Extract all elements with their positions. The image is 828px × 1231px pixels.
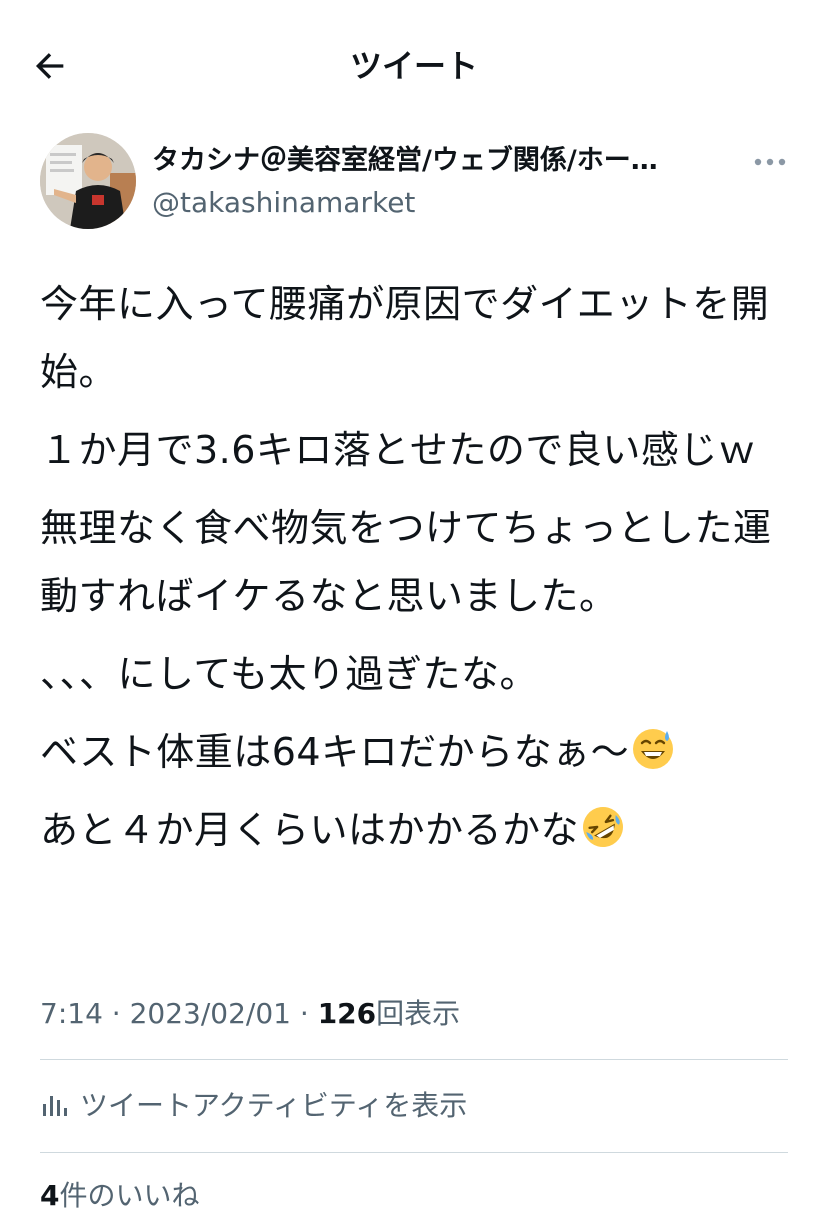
page-title: ツイート [349, 47, 478, 85]
tweet-author: タカシナ＠美容室経営/ウェブ関係/ホー… @takashinamarket [40, 133, 790, 233]
divider [40, 1152, 788, 1153]
tweet-time: 7:14 [40, 997, 103, 1030]
rolling-on-floor-laughing-icon [583, 807, 624, 847]
tweet-paragraph: 今年に入って腰痛が原因でダイエットを開始。 [40, 282, 770, 394]
more-options-button[interactable] [750, 147, 790, 177]
meta-separator: · [102, 997, 130, 1030]
tweet-paragraph: １か月で3.6キロ落とせたので良い感じｗ [40, 428, 757, 472]
tweet-text: 今年に入って腰痛が原因でダイエットを開始。 １か月で3.6キロ落とせたので良い感… [40, 270, 790, 874]
user-handle[interactable]: @takashinamarket [152, 183, 415, 223]
tweet-paragraph: ベスト体重は64キロだからなぁ〜 [40, 718, 790, 786]
top-bar: ツイート [0, 0, 828, 130]
tweet-activity-link[interactable]: ツイートアクティビティを表示 [40, 1080, 467, 1128]
meta-separator: · [290, 997, 318, 1030]
tweet-paragraph-text: あと４か月くらいはかかるかな [40, 808, 580, 852]
likes-label: 件のいいね [59, 1179, 200, 1212]
bar-chart-icon [40, 1090, 68, 1118]
avatar[interactable] [40, 133, 136, 229]
tweet-paragraph: 、、、にしても太り過ぎたな。 [40, 652, 538, 696]
display-name[interactable]: タカシナ＠美容室経営/ウェブ関係/ホー… [152, 141, 742, 181]
ellipsis-icon [754, 158, 786, 166]
divider [40, 1059, 788, 1060]
tweet-paragraph: 無理なく食べ物気をつけてちょっとした運動すればイケるなと思いました。 [40, 506, 772, 618]
grinning-face-with-sweat-icon [633, 729, 674, 769]
views-label: 回表示 [376, 997, 461, 1030]
tweet-meta: 7:14 · 2023/02/01 · 126回表示 [40, 990, 460, 1038]
views-count: 126 [317, 997, 377, 1030]
likes-count: 4 [40, 1179, 60, 1212]
likes-count-link[interactable]: 4件のいいね [40, 1172, 200, 1220]
tweet-paragraph: あと４か月くらいはかかるかな [40, 796, 790, 864]
avatar-photo [40, 133, 136, 229]
tweet-paragraph-text: ベスト体重は64キロだからなぁ〜 [40, 730, 630, 774]
tweet-date: 2023/02/01 [129, 997, 291, 1030]
tweet-activity-label: ツイートアクティビティを表示 [80, 1089, 468, 1122]
